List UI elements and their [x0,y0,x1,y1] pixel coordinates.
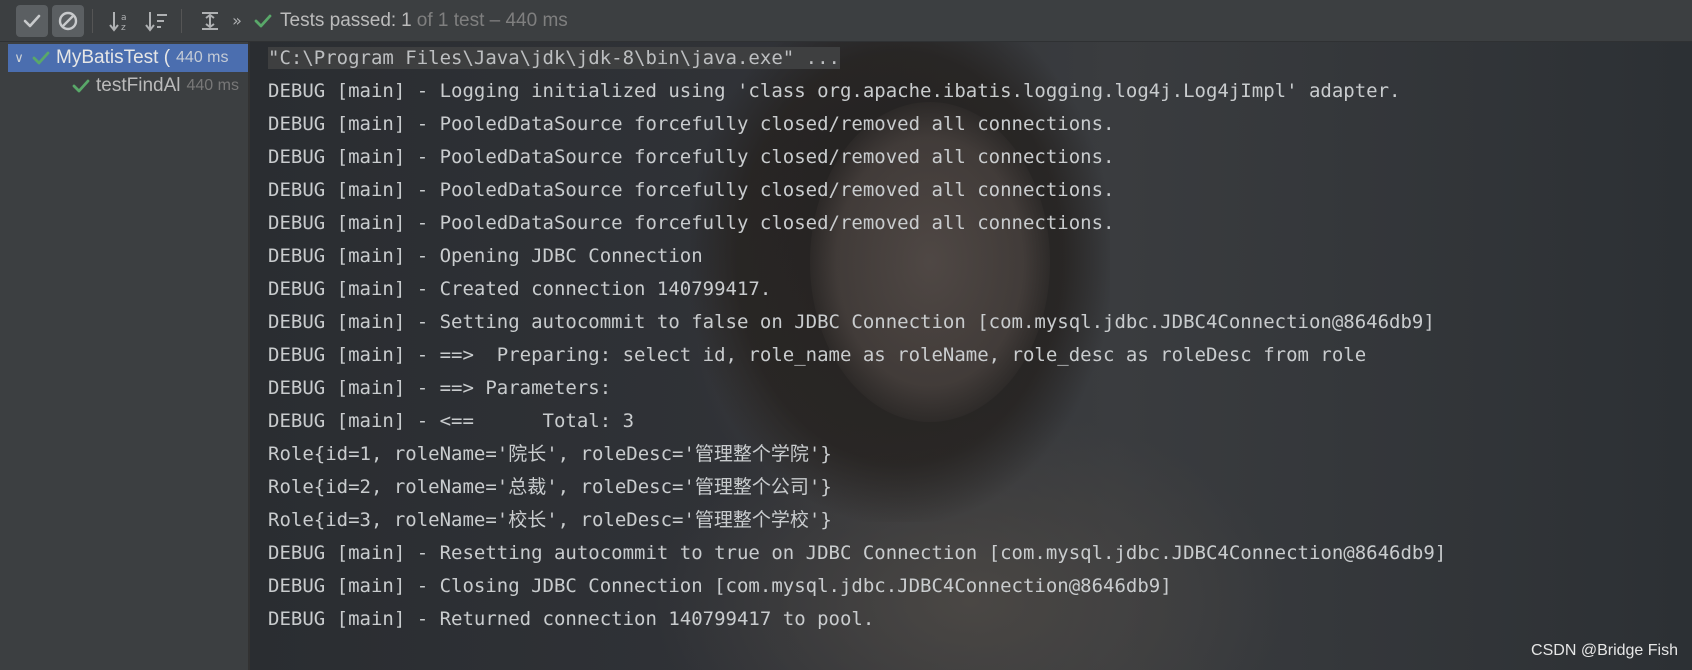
passed-check-icon [32,51,50,65]
console-line: DEBUG [main] - PooledDataSource forceful… [268,179,1115,201]
svg-text:a: a [121,13,127,23]
tree-item-duration: 440 ms [176,49,229,66]
console-line: DEBUG [main] - Opening JDBC Connection [268,245,703,267]
tree-item-mybatistest[interactable]: ∨ MyBatisTest ( 440 ms [8,44,248,72]
status-count: 1 [401,9,412,31]
expand-collapse-icon [202,11,218,30]
svg-text:z: z [121,23,126,33]
watermark: CSDN @Bridge Fish [1531,642,1678,659]
sort-alpha-icon: a z [109,11,127,33]
toolbar-separator [181,8,182,33]
tree-item-duration: 440 ms [186,77,239,94]
tree-item-testfindall[interactable]: testFindAl 440 ms [0,72,248,100]
console-output[interactable]: "C:\Program Files\Java\jdk\jdk-8\bin\jav… [250,42,1692,670]
console-line: DEBUG [main] - Setting autocommit to fal… [268,311,1435,333]
console-line: DEBUG [main] - ==> Preparing: select id,… [268,344,1367,366]
more-actions-button[interactable]: » [230,11,244,30]
status-label: Tests passed: [280,9,397,31]
console-line: DEBUG [main] - Resetting autocommit to t… [268,542,1447,564]
console-line: Role{id=1, roleName='院长', roleDesc='管理整个… [268,443,832,465]
command-text: "C:\Program Files\Java\jdk\jdk-8\bin\jav… [268,47,840,69]
console-line: DEBUG [main] - Logging initialized using… [268,80,1401,102]
tree-item-label: testFindAl [96,75,181,96]
console-line: DEBUG [main] - PooledDataSource forceful… [268,212,1115,234]
toolbar-separator [92,8,93,33]
console-line: DEBUG [main] - ==> Parameters: [268,377,623,399]
passed-check-icon [72,79,90,93]
console-line: DEBUG [main] - PooledDataSource forceful… [268,113,1115,135]
status-summary: of 1 test – 440 ms [416,9,568,31]
check-icon [23,14,41,27]
console-lines: "C:\Program Files\Java\jdk\jdk-8\bin\jav… [268,42,1446,636]
sort-duration-icon [145,11,167,32]
test-status: Tests passed: 1 of 1 test – 440 ms [254,10,568,32]
chevron-down-icon[interactable]: ∨ [8,50,30,66]
show-passed-button[interactable] [16,4,48,37]
console-line: DEBUG [main] - Returned connection 14079… [268,608,875,630]
sort-by-duration-button[interactable] [141,5,173,37]
show-ignored-button[interactable] [52,4,84,37]
test-tree-panel: ∨ MyBatisTest ( 440 ms testFindAl 440 ms [0,42,250,670]
expand-all-button[interactable] [194,5,226,37]
passed-check-icon [254,14,272,27]
sort-alphabetically-button[interactable]: a z [105,5,137,37]
console-line: Role{id=3, roleName='校长', roleDesc='管理整个… [268,509,832,531]
console-command-line: "C:\Program Files\Java\jdk\jdk-8\bin\jav… [268,42,1446,75]
stop-icon [58,11,78,30]
console-line: DEBUG [main] - PooledDataSource forceful… [268,146,1115,168]
test-runner-toolbar: a z » Tests passed: 1 of 1 test – 440 ms [0,0,1692,42]
console-line: DEBUG [main] - <== Total: 3 [268,410,635,432]
tree-item-label: MyBatisTest ( [56,47,171,68]
console-line: DEBUG [main] - Created connection 140799… [268,278,772,300]
console-line: Role{id=2, roleName='总裁', roleDesc='管理整个… [268,476,832,498]
console-line: DEBUG [main] - Closing JDBC Connection [… [268,575,1172,597]
